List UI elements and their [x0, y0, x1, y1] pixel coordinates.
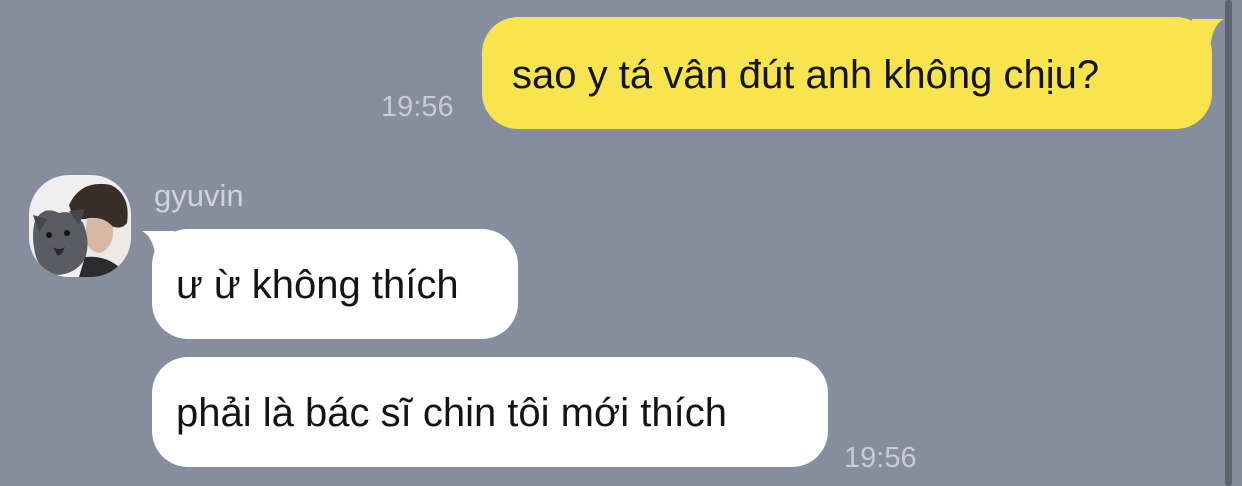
- message-timestamp: 19:56: [844, 442, 917, 474]
- incoming-message-bubble[interactable]: ư ừ không thích: [152, 229, 518, 339]
- avatar-photo-icon: [29, 175, 131, 277]
- sender-name[interactable]: gyuvin: [154, 180, 244, 211]
- message-timestamp: 19:56: [381, 91, 454, 123]
- message-text: sao y tá vân đút anh không chịu?: [512, 53, 1100, 97]
- chat-area[interactable]: 19:56 sao y tá vân đút anh không chịu? g…: [0, 0, 1242, 486]
- incoming-message-bubble[interactable]: phải là bác sĩ chin tôi mới thích: [152, 357, 828, 467]
- scrollbar[interactable]: [1225, 0, 1232, 486]
- message-text: phải là bác sĩ chin tôi mới thích: [176, 391, 727, 435]
- outgoing-message-bubble[interactable]: sao y tá vân đút anh không chịu?: [482, 17, 1212, 129]
- message-text: ư ừ không thích: [176, 263, 459, 307]
- sender-avatar[interactable]: [29, 175, 131, 277]
